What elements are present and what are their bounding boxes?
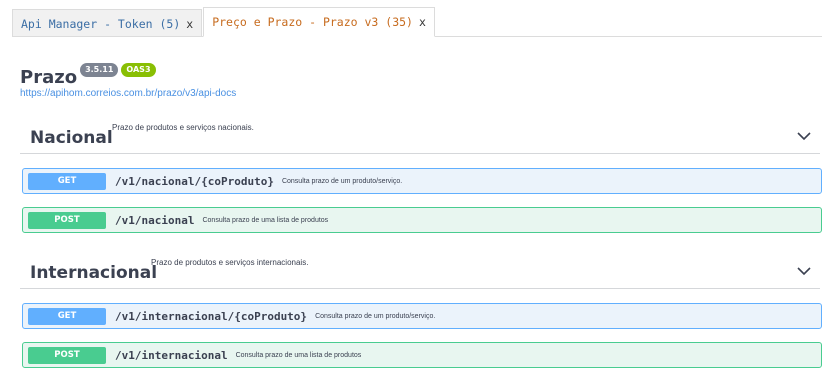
method-badge: POST [28, 211, 106, 229]
section-description: Prazo de produtos e serviços nacionais. [112, 123, 254, 132]
section-title: Internacional [30, 263, 158, 283]
operation-get-nacional[interactable]: GET /v1/nacional/{coProduto} Consulta pr… [22, 168, 822, 194]
operation-path: /v1/nacional [115, 213, 195, 227]
chevron-down-icon[interactable] [796, 266, 812, 276]
operation-summary: Consulta prazo de uma lista de produtos [202, 216, 329, 224]
operation-path: /v1/nacional/{coProduto} [115, 174, 274, 188]
api-docs-link[interactable]: https://apihom.correios.com.br/prazo/v3/… [20, 88, 236, 99]
method-badge: GET [28, 307, 106, 325]
swagger-content: Prazo 3.5.11 OAS3 https://apihom.correio… [12, 37, 822, 374]
close-icon[interactable]: x [419, 15, 426, 29]
api-title-row: Prazo 3.5.11 OAS3 [20, 63, 156, 89]
section-internacional[interactable]: Internacional Prazo de produtos e serviç… [20, 252, 820, 289]
operation-summary: Consulta prazo de uma lista de produtos [235, 351, 362, 359]
section-description: Prazo de produtos e serviços internacion… [151, 258, 309, 267]
operation-summary: Consulta prazo de um produto/serviço. [315, 312, 436, 320]
tab-preco-prazo[interactable]: Preço e Prazo - Prazo v3 (35) x [203, 7, 435, 37]
operation-path: /v1/internacional/{coProduto} [115, 309, 308, 323]
method-badge: POST [28, 346, 106, 364]
tab-label: Preço e Prazo - Prazo v3 (35) [212, 15, 413, 29]
operation-summary: Consulta prazo de um produto/serviço. [281, 177, 403, 185]
method-badge: GET [28, 172, 106, 190]
tab-label: Api Manager - Token (5) [21, 16, 181, 31]
tab-api-manager-token[interactable]: Api Manager - Token (5) x [12, 9, 203, 37]
operation-path: /v1/internacional [115, 348, 228, 362]
operation-get-internacional[interactable]: GET /v1/internacional/{coProduto} Consul… [22, 303, 822, 329]
version-badge: 3.5.11 [80, 63, 119, 77]
oas-badge: OAS3 [121, 63, 156, 77]
section-nacional[interactable]: Nacional Prazo de produtos e serviços na… [20, 117, 820, 154]
tab-bar: Api Manager - Token (5) x Preço e Prazo … [12, 7, 822, 37]
close-icon[interactable]: x [186, 17, 193, 31]
chevron-down-icon[interactable] [796, 131, 812, 141]
section-title: Nacional [30, 128, 113, 148]
operation-post-nacional[interactable]: POST /v1/nacional Consulta prazo de uma … [22, 207, 822, 233]
api-title: Prazo [20, 67, 78, 88]
operation-post-internacional[interactable]: POST /v1/internacional Consulta prazo de… [22, 342, 822, 368]
